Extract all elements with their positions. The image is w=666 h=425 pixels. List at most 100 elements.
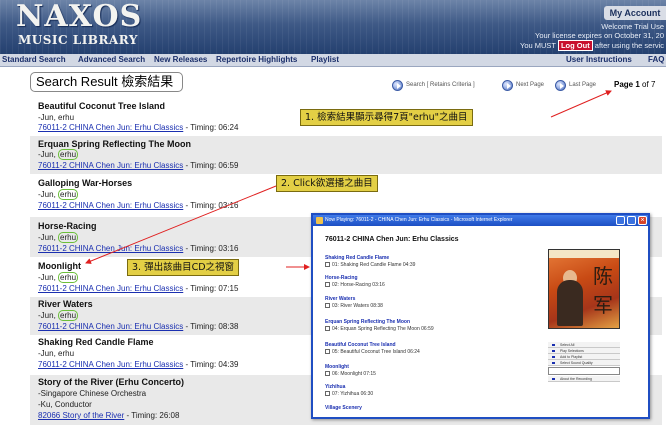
last-page-icon[interactable]	[555, 80, 566, 91]
result-album-line: 76011-2 CHINA Chen Jun: Erhu Classics - …	[38, 360, 238, 369]
my-account-tab[interactable]: My Account	[604, 6, 666, 20]
page-of: of 7	[642, 80, 656, 89]
track-checkbox[interactable]	[325, 326, 330, 332]
artist-text: -Jun,	[38, 233, 59, 242]
track-line[interactable]: 01: Shaking Red Candle Flame 04:39	[325, 262, 415, 268]
timing: - Timing: 07:15	[183, 284, 239, 293]
result-title[interactable]: Erquan Spring Reflecting The Moon	[38, 139, 191, 149]
search-retains-link[interactable]: Search [ Retains Criteria ]	[406, 82, 475, 88]
track-line[interactable]: 06: Moonlight 07:15	[325, 371, 376, 377]
result-album-line: 76011-2 CHINA Chen Jun: Erhu Classics - …	[38, 284, 238, 293]
track-text[interactable]: 06: Moonlight 07:15	[332, 371, 376, 377]
music-library-logo: MUSIC LIBRARY	[18, 33, 138, 47]
site-header: NAXOS MUSIC LIBRARY My Account Welcome T…	[0, 0, 666, 54]
track-text[interactable]: 01: Shaking Red Candle Flame 04:39	[332, 262, 415, 268]
result-title[interactable]: River Waters	[38, 299, 93, 309]
result-album-line: 76011-2 CHINA Chen Jun: Erhu Classics - …	[38, 161, 238, 170]
track-text[interactable]: 07: Yizhihua 06:30	[332, 391, 373, 397]
track-checkbox[interactable]	[325, 303, 330, 309]
result-artist: -Jun, erhu	[38, 232, 79, 243]
naxos-logo[interactable]: NAXOS	[16, 2, 142, 32]
nav-faq[interactable]: FAQ	[648, 55, 664, 64]
erhu-highlight: erhu	[58, 232, 79, 243]
sound-quality-selector[interactable]	[548, 367, 620, 375]
timing: - Timing: 06:59	[183, 161, 239, 170]
track-title: Yizhihua	[325, 384, 346, 390]
track-checkbox[interactable]	[325, 371, 330, 377]
track-title: River Waters	[325, 296, 356, 302]
result-title[interactable]: Beautiful Coconut Tree Island	[38, 101, 165, 111]
artist-text: -Jun,	[38, 150, 59, 159]
now-playing-popup[interactable]: Now Playing: 76011-2 - CHINA Chen Jun: E…	[311, 213, 650, 419]
nav-playlist[interactable]: Playlist	[311, 55, 339, 64]
artist-text: -Jun,	[38, 190, 59, 199]
nav-new-releases[interactable]: New Releases	[154, 55, 207, 64]
search-result-title: Search Result 檢索結果	[30, 72, 183, 92]
track-line[interactable]: 02: Horse-Racing 03:16	[325, 282, 385, 288]
album-link[interactable]: 76011-2 CHINA Chen Jun: Erhu Classics	[38, 322, 183, 331]
welcome-text: Welcome Trial Use	[601, 22, 664, 31]
erhu-highlight: erhu	[58, 189, 79, 200]
track-title: Beautiful Coconut Tree Island	[325, 342, 396, 348]
artist-text: -Jun, erhu	[38, 349, 75, 358]
annotation-2: 2. Click欲選播之曲目	[276, 175, 378, 192]
annotation-3: 3. 彈出該曲目CD之視窗	[127, 259, 240, 276]
next-page-link[interactable]: Next Page	[516, 82, 544, 88]
result-title[interactable]: Story of the River (Erhu Concerto)	[38, 377, 184, 387]
minimize-icon[interactable]	[616, 216, 625, 225]
result-title[interactable]: Shaking Red Candle Flame	[38, 337, 154, 347]
track-checkbox[interactable]	[325, 349, 330, 355]
select-sound-quality[interactable]: Select Sound Quality	[548, 360, 620, 366]
track-checkbox[interactable]	[325, 282, 330, 288]
track-text[interactable]: 04: Erquan Spring Reflecting The Moon 06…	[332, 326, 434, 332]
track-checkbox[interactable]	[325, 391, 330, 397]
nav-standard-search[interactable]: Standard Search	[2, 55, 66, 64]
page-number: 1	[635, 80, 640, 89]
timing: - Timing: 03:16	[183, 201, 239, 210]
license-text: Your license expires on October 31, 20	[535, 31, 664, 40]
track-line[interactable]: 05: Beautiful Coconut Tree Island 06:24	[325, 349, 420, 355]
result-album-line: 76011-2 CHINA Chen Jun: Erhu Classics - …	[38, 201, 238, 210]
album-link[interactable]: 82066 Story of the River	[38, 411, 124, 420]
album-link[interactable]: 76011-2 CHINA Chen Jun: Erhu Classics	[38, 284, 183, 293]
cover-calligraphy: 陈军	[593, 264, 613, 317]
nav-repertoire-highlights[interactable]: Repertoire Highlights	[216, 55, 297, 64]
nav-advanced-search[interactable]: Advanced Search	[78, 55, 145, 64]
erhu-highlight: erhu	[58, 310, 79, 321]
track-text[interactable]: 02: Horse-Racing 03:16	[332, 282, 385, 288]
maximize-icon[interactable]	[627, 216, 636, 225]
logout-button[interactable]: Log Out	[557, 40, 593, 51]
about-recording-button[interactable]: About the Recording	[548, 376, 620, 382]
album-link[interactable]: 76011-2 CHINA Chen Jun: Erhu Classics	[38, 244, 183, 253]
album-link[interactable]: 76011-2 CHINA Chen Jun: Erhu Classics	[38, 201, 183, 210]
track-line[interactable]: 03: River Waters 08:38	[325, 303, 383, 309]
main-nav: Standard Search Advanced Search New Rele…	[0, 54, 666, 67]
album-link[interactable]: 76011-2 CHINA Chen Jun: Erhu Classics	[38, 161, 183, 170]
result-title[interactable]: Galloping War-Horses	[38, 178, 132, 188]
track-title: Shaking Red Candle Flame	[325, 255, 390, 261]
close-icon[interactable]: ×	[638, 216, 647, 225]
result-title[interactable]: Moonlight	[38, 261, 81, 271]
erhu-highlight: erhu	[58, 149, 79, 160]
popup-titlebar[interactable]: Now Playing: 76011-2 - CHINA Chen Jun: E…	[313, 215, 648, 226]
timing: - Timing: 26:08	[124, 411, 180, 420]
result-row[interactable]: Erquan Spring Reflecting The Moon -Jun, …	[30, 136, 662, 174]
result-title[interactable]: Horse-Racing	[38, 221, 97, 231]
next-page-icon[interactable]	[502, 80, 513, 91]
cover-figure	[557, 280, 583, 326]
track-title: Horse-Racing	[325, 275, 358, 281]
track-checkbox[interactable]	[325, 262, 330, 268]
album-link[interactable]: 76011-2 CHINA Chen Jun: Erhu Classics	[38, 360, 183, 369]
result-album-line: 82066 Story of the River - Timing: 26:08	[38, 411, 179, 420]
result-album-line: 76011-2 CHINA Chen Jun: Erhu Classics - …	[38, 123, 238, 132]
artist-text: -Jun,	[38, 311, 59, 320]
must-prefix: You MUST	[520, 41, 556, 50]
nav-user-instructions[interactable]: User Instructions	[566, 55, 632, 64]
track-text[interactable]: 03: River Waters 08:38	[332, 303, 383, 309]
track-line[interactable]: 04: Erquan Spring Reflecting The Moon 06…	[325, 326, 434, 332]
track-line[interactable]: 07: Yizhihua 06:30	[325, 391, 373, 397]
album-link[interactable]: 76011-2 CHINA Chen Jun: Erhu Classics	[38, 123, 183, 132]
search-retains-icon[interactable]	[392, 80, 403, 91]
track-text[interactable]: 05: Beautiful Coconut Tree Island 06:24	[332, 349, 420, 355]
last-page-link[interactable]: Last Page	[569, 82, 596, 88]
